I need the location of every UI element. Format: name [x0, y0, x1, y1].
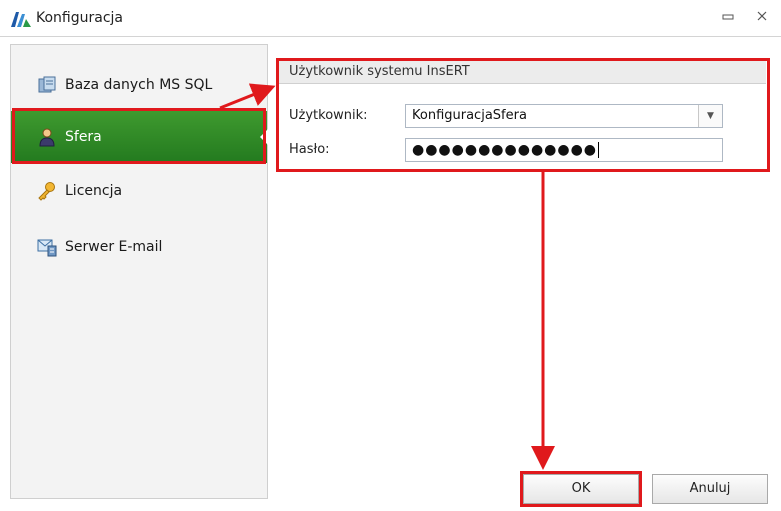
sidebar-item-sfera[interactable]: Sfera	[11, 111, 268, 163]
group-title: Użytkownik systemu InsERT	[279, 60, 766, 84]
minimize-icon	[722, 14, 734, 20]
chevron-down-icon[interactable]: ▼	[698, 105, 722, 127]
close-icon	[757, 11, 767, 21]
user-label: Użytkownik:	[289, 108, 368, 123]
sidebar-item-email-server[interactable]: Serwer E-mail	[11, 221, 267, 273]
user-value: KonfiguracjaSfera	[412, 108, 527, 123]
title-bar: Konfiguracja	[0, 0, 781, 37]
sidebar-item-label: Licencja	[65, 183, 123, 199]
ok-button[interactable]: OK	[523, 474, 639, 504]
cancel-button[interactable]: Anuluj	[652, 474, 768, 504]
text-caret	[598, 142, 600, 158]
email-server-icon	[37, 239, 57, 257]
password-label: Hasło:	[289, 142, 330, 157]
sidebar-item-label: Baza danych MS SQL	[65, 77, 213, 93]
app-logo-icon	[11, 12, 31, 27]
sidebar: Baza danych MS SQL Sfera Licencja Serwer…	[10, 44, 268, 499]
user-dropdown[interactable]: KonfiguracjaSfera ▼	[405, 104, 723, 128]
sidebar-item-licencja[interactable]: Licencja	[11, 165, 267, 217]
sidebar-item-label: Sfera	[65, 129, 102, 145]
user-icon	[39, 128, 55, 147]
window-title: Konfiguracja	[36, 10, 124, 26]
sidebar-item-ms-sql[interactable]: Baza danych MS SQL	[11, 59, 267, 111]
sidebar-item-label: Serwer E-mail	[65, 239, 163, 255]
password-value: ●●●●●●●●●●●●●●	[412, 142, 598, 158]
database-icon	[38, 76, 56, 93]
close-button[interactable]	[752, 9, 772, 29]
minimize-button[interactable]	[718, 9, 738, 29]
config-window: Konfiguracja Baza danych MS SQL Sfera Li…	[0, 0, 781, 511]
key-icon	[38, 182, 55, 201]
password-field[interactable]: ●●●●●●●●●●●●●●	[405, 138, 723, 162]
